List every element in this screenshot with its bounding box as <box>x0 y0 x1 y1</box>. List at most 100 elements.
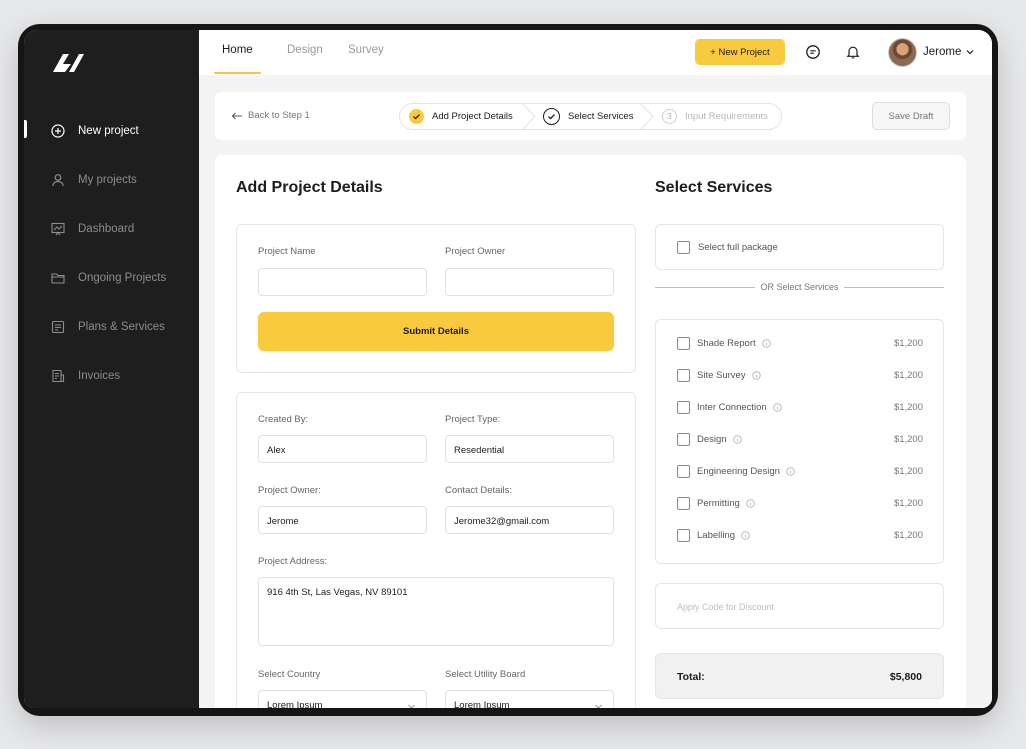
full-package-option[interactable]: Select full package <box>655 224 944 270</box>
or-select-services-label: OR Select Services <box>760 282 839 292</box>
user-name[interactable]: Jerome <box>923 46 961 58</box>
sidebar-item-label: Plans & Services <box>78 320 165 333</box>
chevron-down-icon <box>408 704 415 708</box>
address-textarea[interactable]: 916 4th St, Las Vegas, NV 89101 <box>258 577 614 646</box>
info-icon[interactable] <box>746 498 755 508</box>
sidebar-item-my-projects[interactable]: My projects <box>24 155 199 204</box>
plus-circle-icon <box>50 123 66 139</box>
service-checkbox[interactable] <box>677 400 690 414</box>
service-price: $1,200 <box>893 530 923 541</box>
owner-label: Project Owner: <box>258 485 321 496</box>
info-icon[interactable] <box>761 338 771 348</box>
service-label: Site Survey <box>697 369 746 381</box>
step-add-project-details[interactable]: Add Project Details <box>409 104 513 129</box>
folder-icon <box>50 270 66 286</box>
sidebar-nav: New project My projects Dashboard Ongoin… <box>24 106 199 400</box>
sidebar-item-dashboard[interactable]: Dashboard <box>24 204 199 253</box>
contact-label: Contact Details: <box>445 485 513 496</box>
service-price: $1,200 <box>893 466 923 477</box>
active-tab-indicator <box>214 72 261 74</box>
service-row[interactable]: Design $1,200 <box>677 431 923 447</box>
main-area: Home Design Survey + New Project Jerome … <box>199 30 992 708</box>
created-by-input[interactable]: Alex <box>258 435 427 463</box>
services-list-card: Shade Report $1,200 Site Survey $1,200 Inter… <box>655 319 944 564</box>
service-checkbox[interactable] <box>677 368 690 382</box>
contact-input[interactable]: Jerome32@gmail.com <box>445 506 614 534</box>
sidebar-item-new-project[interactable]: New project <box>24 106 199 155</box>
sidebar-item-invoices[interactable]: Invoices <box>24 351 199 400</box>
save-draft-button[interactable]: Save Draft <box>872 102 950 130</box>
info-icon[interactable] <box>773 402 782 412</box>
country-select[interactable]: Lorem Ipsum <box>258 690 427 708</box>
sidebar-item-ongoing-projects[interactable]: Ongoing Projects <box>24 253 199 302</box>
step-label: Select Services <box>568 111 634 122</box>
owner-input[interactable]: Jerome <box>258 506 427 534</box>
sidebar-item-label: Ongoing Projects <box>78 271 167 284</box>
submit-details-button[interactable]: Submit Details <box>258 312 614 351</box>
service-label: Permitting <box>697 497 740 509</box>
service-checkbox[interactable] <box>677 336 690 350</box>
discount-code-input[interactable]: Apply Code for Discount <box>655 583 944 629</box>
step-input-requirements[interactable]: 3 Input Requirements <box>662 104 768 129</box>
stepper-bar: Back to Step 1 Add Project Details Selec… <box>215 92 966 140</box>
project-name-label: Project Name <box>258 246 316 257</box>
service-label: Shade Report <box>697 337 756 349</box>
user-icon <box>50 172 66 188</box>
info-icon[interactable] <box>786 466 795 476</box>
service-row[interactable]: Permitting $1,200 <box>677 495 923 511</box>
full-package-checkbox[interactable] <box>677 240 690 254</box>
app-logo-icon <box>53 54 84 72</box>
page-title: Add Project Details <box>236 179 383 196</box>
tab-home[interactable]: Home <box>222 44 253 56</box>
presentation-icon <box>50 221 66 237</box>
step-progress: Add Project Details Select Services 3 In… <box>399 103 782 130</box>
step-label: Input Requirements <box>685 111 768 122</box>
address-label: Project Address: <box>258 556 328 567</box>
check-circle-icon <box>543 108 560 125</box>
info-icon[interactable] <box>741 530 750 540</box>
service-row[interactable]: Shade Report $1,200 <box>677 335 923 351</box>
country-label: Select Country <box>258 669 321 680</box>
service-price: $1,200 <box>893 402 923 413</box>
service-row[interactable]: Site Survey $1,200 <box>677 367 923 383</box>
chevron-right-icon <box>522 104 536 129</box>
tab-survey[interactable]: Survey <box>348 44 384 56</box>
project-owner-label: Project Owner <box>445 246 506 257</box>
service-row[interactable]: Engineering Design $1,200 <box>677 463 923 479</box>
or-divider: OR Select Services <box>655 280 944 294</box>
chevron-down-icon[interactable] <box>965 47 975 57</box>
top-bar: Home Design Survey + New Project Jerome <box>199 30 992 75</box>
info-icon[interactable] <box>751 370 761 380</box>
check-icon <box>409 109 424 124</box>
created-by-label: Created By: <box>258 414 309 425</box>
chevron-right-icon <box>640 104 654 129</box>
sidebar-item-plans-services[interactable]: Plans & Services <box>24 302 199 351</box>
project-owner-input[interactable] <box>445 268 614 296</box>
info-icon[interactable] <box>732 434 742 444</box>
sidebar-item-label: Dashboard <box>78 222 135 235</box>
utility-board-select[interactable]: Lorem Ipsum <box>445 690 614 708</box>
service-checkbox[interactable] <box>677 432 690 446</box>
back-link[interactable]: Back to Step 1 <box>231 110 310 121</box>
service-row[interactable]: Inter Connection $1,200 <box>677 399 923 415</box>
service-price: $1,200 <box>893 370 923 381</box>
service-label: Design <box>697 433 727 445</box>
service-checkbox[interactable] <box>677 464 690 478</box>
tab-design[interactable]: Design <box>287 44 323 56</box>
new-project-button[interactable]: + New Project <box>695 39 785 65</box>
service-price: $1,200 <box>893 338 923 349</box>
sidebar-item-label: New project <box>78 124 139 137</box>
chat-icon[interactable] <box>805 44 821 60</box>
service-checkbox[interactable] <box>677 496 690 510</box>
service-row[interactable]: Labelling $1,200 <box>677 527 923 543</box>
step-select-services[interactable]: Select Services <box>543 104 633 129</box>
project-name-input[interactable] <box>258 268 427 296</box>
utility-board-label: Select Utility Board <box>445 669 526 680</box>
project-type-input[interactable]: Resedential <box>445 435 614 463</box>
arrow-left-icon <box>231 112 242 119</box>
service-price: $1,200 <box>893 498 923 509</box>
avatar[interactable] <box>888 38 917 67</box>
service-checkbox[interactable] <box>677 528 690 542</box>
bell-icon[interactable] <box>845 44 861 60</box>
sidebar-item-label: My projects <box>78 173 137 186</box>
